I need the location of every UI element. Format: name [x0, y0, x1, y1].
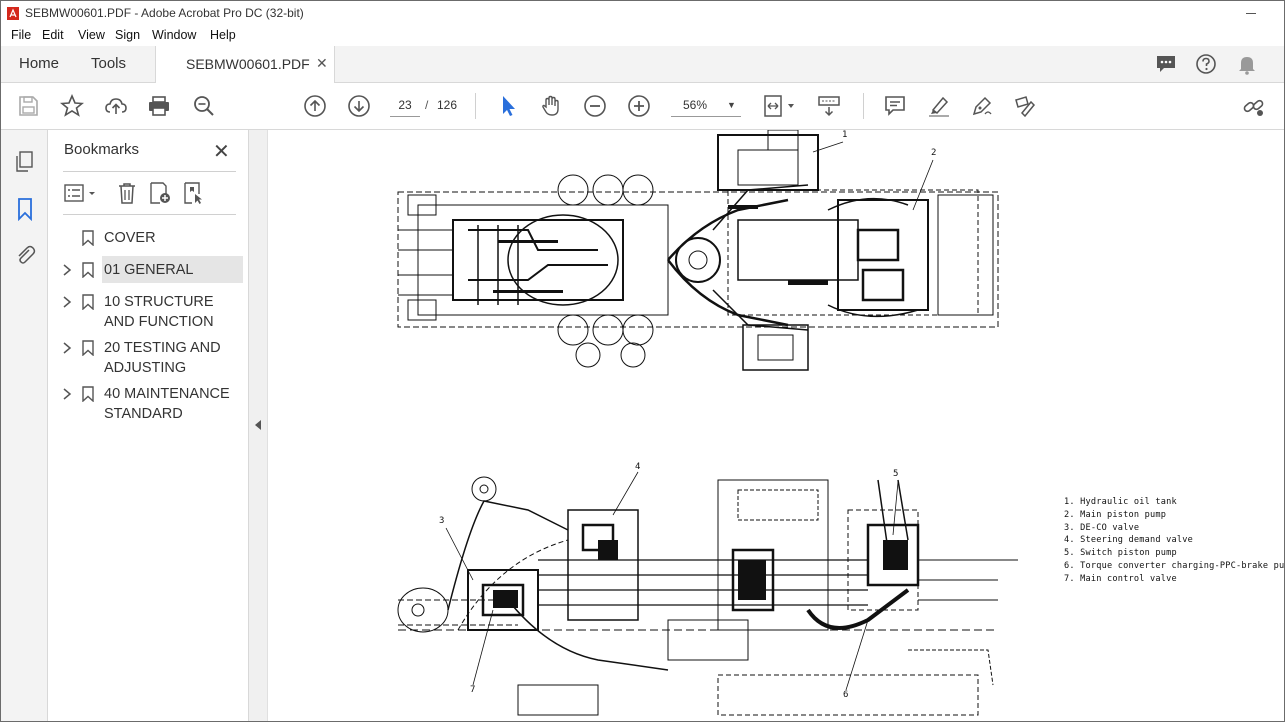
callout-2: 2 — [931, 148, 937, 158]
bookmark-star-icon[interactable] — [59, 93, 85, 118]
bookmark-icon — [82, 294, 94, 310]
tab-document-label: SEBMW00601.PDF — [186, 56, 310, 72]
menu-bar: File Edit View Sign Window Help — [1, 26, 1284, 46]
tabs-bar: Home Tools SEBMW00601.PDF ✕ — [1, 46, 1284, 83]
zoom-level-select[interactable]: 56% ▼ — [671, 94, 741, 117]
page-fit-icon[interactable] — [763, 94, 797, 118]
bookmark-icon — [82, 230, 94, 246]
notifications-bell-icon[interactable] — [1236, 53, 1258, 75]
callout-7: 7 — [470, 685, 476, 695]
menu-edit[interactable]: Edit — [42, 28, 64, 42]
hydraulic-layout-drawing — [397, 130, 1018, 716]
parts-legend: 1. Hydraulic oil tank 2. Main piston pum… — [1064, 496, 1284, 586]
document-view[interactable]: 1 2 3 4 5 6 7 1. Hydraulic oil tank 2. M… — [268, 130, 1284, 721]
panel-divider — [63, 214, 236, 215]
callout-3: 3 — [439, 516, 445, 526]
tab-tools[interactable]: Tools — [91, 55, 126, 72]
navigation-rail — [1, 130, 48, 721]
collapse-panel-arrow-icon[interactable] — [255, 420, 261, 430]
legend-item: 2. Main piston pump — [1064, 509, 1167, 520]
close-panel-icon[interactable]: ✕ — [213, 139, 230, 164]
bookmark-label: COVER — [104, 230, 156, 246]
bookmarks-panel-title: Bookmarks — [64, 141, 140, 158]
bookmark-label: 20 TESTING AND ADJUSTING — [104, 340, 221, 376]
chevron-down-icon: ▼ — [727, 100, 736, 110]
find-zoom-icon[interactable] — [192, 94, 216, 118]
add-comment-icon[interactable] — [883, 94, 907, 118]
chevron-right-icon[interactable] — [62, 387, 72, 401]
highlight-pen-icon[interactable] — [927, 94, 951, 118]
window-title: SEBMW00601.PDF - Adobe Acrobat Pro DC (3… — [25, 6, 304, 20]
comment-bubble-icon[interactable] — [1155, 53, 1177, 75]
previous-page-icon[interactable] — [303, 94, 327, 118]
menu-file[interactable]: File — [11, 28, 31, 42]
toolbar-divider — [863, 93, 864, 119]
callout-5: 5 — [893, 469, 899, 479]
help-icon[interactable] — [1195, 53, 1217, 75]
attachments-paperclip-icon[interactable] — [13, 243, 37, 267]
draw-pen-icon[interactable] — [970, 94, 994, 118]
legend-item: 7. Main control valve — [1064, 573, 1177, 584]
tab-document[interactable]: SEBMW00601.PDF ✕ — [155, 46, 335, 83]
menu-view[interactable]: View — [78, 28, 105, 42]
page-number-input[interactable]: 23 — [390, 94, 420, 117]
hand-tool-icon[interactable] — [539, 94, 563, 118]
legend-item: 1. Hydraulic oil tank — [1064, 497, 1177, 507]
print-icon[interactable] — [147, 94, 171, 118]
legend-item: 3. DE-CO valve — [1064, 522, 1140, 533]
bookmark-label: 01 GENERAL — [104, 262, 194, 278]
zoom-in-icon[interactable] — [627, 94, 651, 118]
expand-bookmark-icon[interactable] — [182, 182, 206, 204]
page-separator: / — [425, 98, 429, 112]
page-total: 126 — [437, 98, 458, 112]
bookmark-icon — [82, 340, 94, 356]
legend-item: 5. Switch piston pump — [1064, 548, 1177, 559]
menu-window[interactable]: Window — [152, 28, 196, 42]
bookmark-label: 10 STRUCTURE AND FUNCTION — [104, 294, 214, 330]
select-cursor-icon[interactable] — [496, 94, 520, 118]
bookmark-label: 40 MAINTENANCE STANDARD — [104, 386, 230, 422]
main-toolbar: 23 / 126 56% ▼ — [1, 83, 1284, 130]
bookmark-icon — [82, 262, 94, 278]
chevron-right-icon[interactable] — [62, 295, 72, 309]
menu-sign[interactable]: Sign — [115, 28, 140, 42]
acrobat-app-icon — [7, 7, 19, 20]
legend-item: 4. Steering demand valve — [1064, 535, 1193, 546]
callout-4: 4 — [635, 462, 641, 472]
scroll-mode-icon[interactable] — [817, 94, 841, 118]
acrobat-window: SEBMW00601.PDF - Adobe Acrobat Pro DC (3… — [0, 0, 1285, 722]
tab-home[interactable]: Home — [19, 55, 59, 72]
bookmarks-panel-icon[interactable] — [13, 197, 37, 221]
upload-cloud-icon[interactable] — [104, 94, 128, 118]
zoom-level-value: 56% — [683, 98, 708, 112]
chevron-right-icon[interactable] — [62, 263, 72, 277]
panel-divider — [63, 171, 236, 172]
save-icon[interactable] — [16, 94, 40, 118]
bookmarks-panel: Bookmarks ✕ COVER 01 GENERAL 10 STRUCTUR… — [48, 130, 249, 721]
bookmark-icon — [82, 386, 94, 402]
share-link-icon[interactable] — [1242, 94, 1266, 118]
bookmark-options-icon[interactable] — [63, 182, 99, 204]
panel-splitter[interactable] — [249, 130, 268, 721]
callout-1: 1 — [842, 130, 848, 140]
legend-item: 6. Torque converter charging-PPC-brake p… — [1064, 560, 1284, 571]
minimize-button[interactable] — [1231, 1, 1271, 26]
callout-6: 6 — [843, 690, 849, 700]
next-page-icon[interactable] — [347, 94, 371, 118]
fill-sign-icon[interactable] — [1013, 94, 1037, 118]
toolbar-divider — [475, 93, 476, 119]
close-tab-icon[interactable]: ✕ — [316, 55, 328, 72]
title-bar: SEBMW00601.PDF - Adobe Acrobat Pro DC (3… — [1, 1, 1284, 26]
page-thumbnails-icon[interactable] — [13, 150, 37, 174]
menu-help[interactable]: Help — [210, 28, 236, 42]
new-bookmark-icon[interactable] — [148, 182, 172, 204]
delete-bookmark-icon[interactable] — [115, 182, 139, 204]
chevron-right-icon[interactable] — [62, 341, 72, 355]
zoom-out-icon[interactable] — [583, 94, 607, 118]
